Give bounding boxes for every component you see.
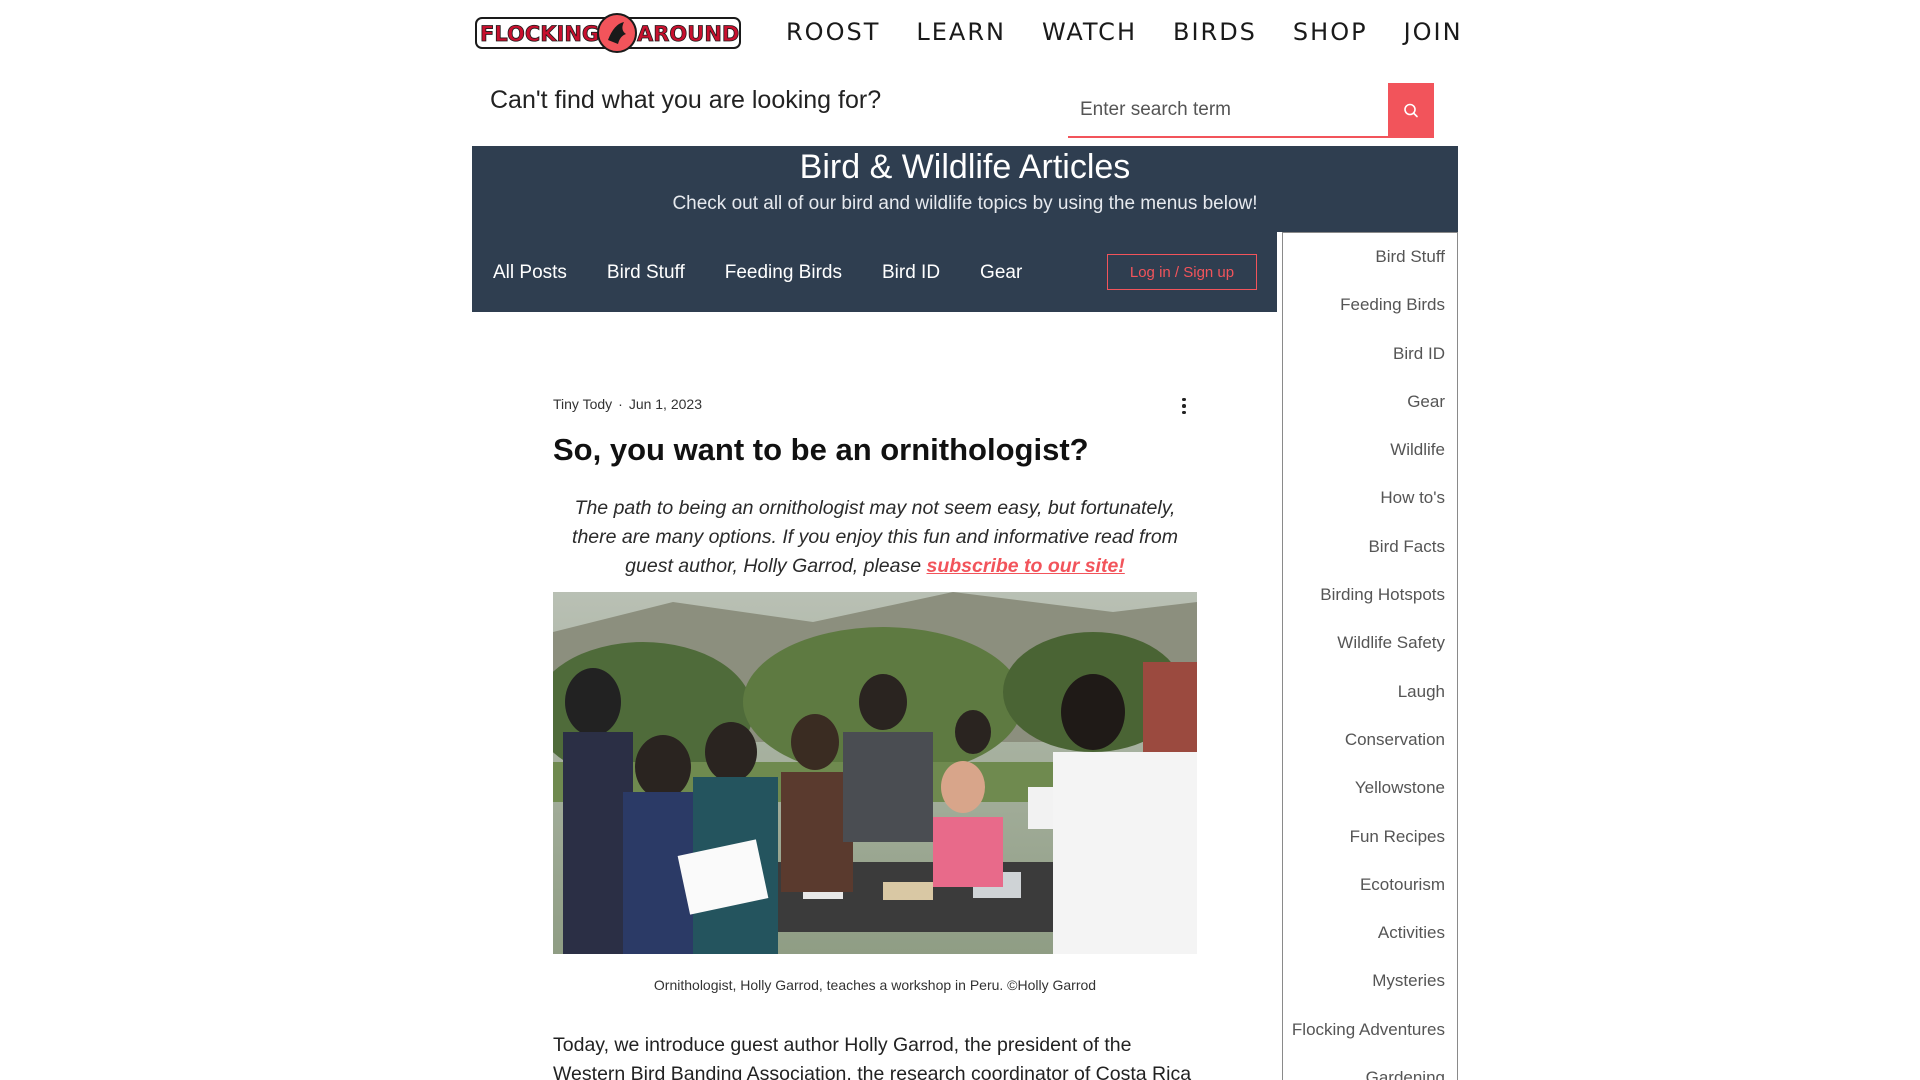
search-button[interactable]	[1388, 83, 1434, 138]
hero-title: Bird & Wildlife Articles	[799, 148, 1131, 186]
login-signup-button[interactable]: Log in / Sign up	[1107, 254, 1257, 290]
meta-separator: ·	[618, 396, 623, 412]
hero-banner: Bird & Wildlife Articles Check out all o…	[472, 146, 1458, 232]
post-title: So, you want to be an ornithologist?	[553, 432, 1089, 467]
nav-birds[interactable]: BIRDS	[1173, 14, 1257, 50]
search-box	[1068, 83, 1434, 138]
post-body: Today, we introduce guest author Holly G…	[553, 1034, 1192, 1080]
nav-learn[interactable]: LEARN	[916, 14, 1006, 50]
subscribe-link[interactable]: subscribe to our site!	[927, 555, 1125, 577]
sidebar-item-bird-stuff[interactable]: Bird Stuff	[1283, 233, 1457, 281]
logo-text-right: AROUND	[637, 22, 739, 46]
sidebar-item-activities[interactable]: Activities	[1283, 909, 1457, 957]
site-logo[interactable]: FLOCKING AROUND	[474, 10, 744, 54]
nav-join[interactable]: JOIN	[1404, 14, 1463, 50]
sidebar-item-gear[interactable]: Gear	[1283, 378, 1457, 426]
search-prompt: Can't find what you are looking for?	[490, 86, 882, 114]
sidebar-item-wildlife-safety[interactable]: Wildlife Safety	[1283, 619, 1457, 667]
sidebar-item-wildlife[interactable]: Wildlife	[1283, 426, 1457, 474]
hero-subtitle: Check out all of our bird and wildlife t…	[672, 193, 1258, 214]
post-author[interactable]: Tiny Tody	[553, 396, 612, 412]
nav-shop[interactable]: SHOP	[1293, 14, 1368, 50]
sidebar-item-how-tos[interactable]: How to's	[1283, 474, 1457, 522]
sidebar-item-gardening[interactable]: Gardening	[1283, 1054, 1457, 1080]
nav-watch[interactable]: WATCH	[1042, 14, 1137, 50]
sidebar-item-mysteries[interactable]: Mysteries	[1283, 957, 1457, 1005]
sidebar-item-fun-recipes[interactable]: Fun Recipes	[1283, 813, 1457, 861]
more-actions-button[interactable]	[1176, 396, 1192, 416]
search-icon	[1404, 103, 1418, 117]
sidebar-item-bird-facts[interactable]: Bird Facts	[1283, 523, 1457, 571]
blognav-all-posts[interactable]: All Posts	[493, 262, 567, 284]
sidebar-item-ecotourism[interactable]: Ecotourism	[1283, 861, 1457, 909]
sidebar-item-bird-id[interactable]: Bird ID	[1283, 330, 1457, 378]
blognav-bird-stuff[interactable]: Bird Stuff	[607, 262, 685, 284]
blognav-feeding-birds[interactable]: Feeding Birds	[725, 262, 842, 284]
sidebar-item-birding-hotspots[interactable]: Birding Hotspots	[1283, 571, 1457, 619]
photo-caption: Ornithologist, Holly Garrod, teaches a w…	[653, 977, 1097, 993]
sidebar-item-yellowstone[interactable]: Yellowstone	[1283, 764, 1457, 812]
sidebar-item-laugh[interactable]: Laugh	[1283, 668, 1457, 716]
main-nav: ROOST LEARN WATCH BIRDS SHOP JOIN	[786, 14, 1463, 50]
more-vertical-icon	[1182, 397, 1186, 402]
blognav-bird-id[interactable]: Bird ID	[882, 262, 940, 284]
logo-text-left: FLOCKING	[480, 22, 599, 46]
post-date: Jun 1, 2023	[628, 396, 702, 412]
nav-roost[interactable]: ROOST	[786, 14, 880, 50]
post-intro: The path to being an ornithologist may n…	[553, 494, 1197, 581]
category-sidebar: Bird Stuff Feeding Birds Bird ID Gear Wi…	[1282, 232, 1458, 1080]
post-photo	[553, 592, 1197, 954]
post-meta: Tiny Tody · Jun 1, 2023	[553, 396, 702, 412]
search-input[interactable]	[1068, 83, 1384, 136]
sidebar-item-feeding-birds[interactable]: Feeding Birds	[1283, 281, 1457, 329]
sidebar-item-flocking-adventures[interactable]: Flocking Adventures	[1283, 1006, 1457, 1054]
blog-category-nav: All Posts Bird Stuff Feeding Birds Bird …	[472, 232, 1277, 312]
sidebar-item-conservation[interactable]: Conservation	[1283, 716, 1457, 764]
blognav-gear[interactable]: Gear	[980, 262, 1022, 284]
